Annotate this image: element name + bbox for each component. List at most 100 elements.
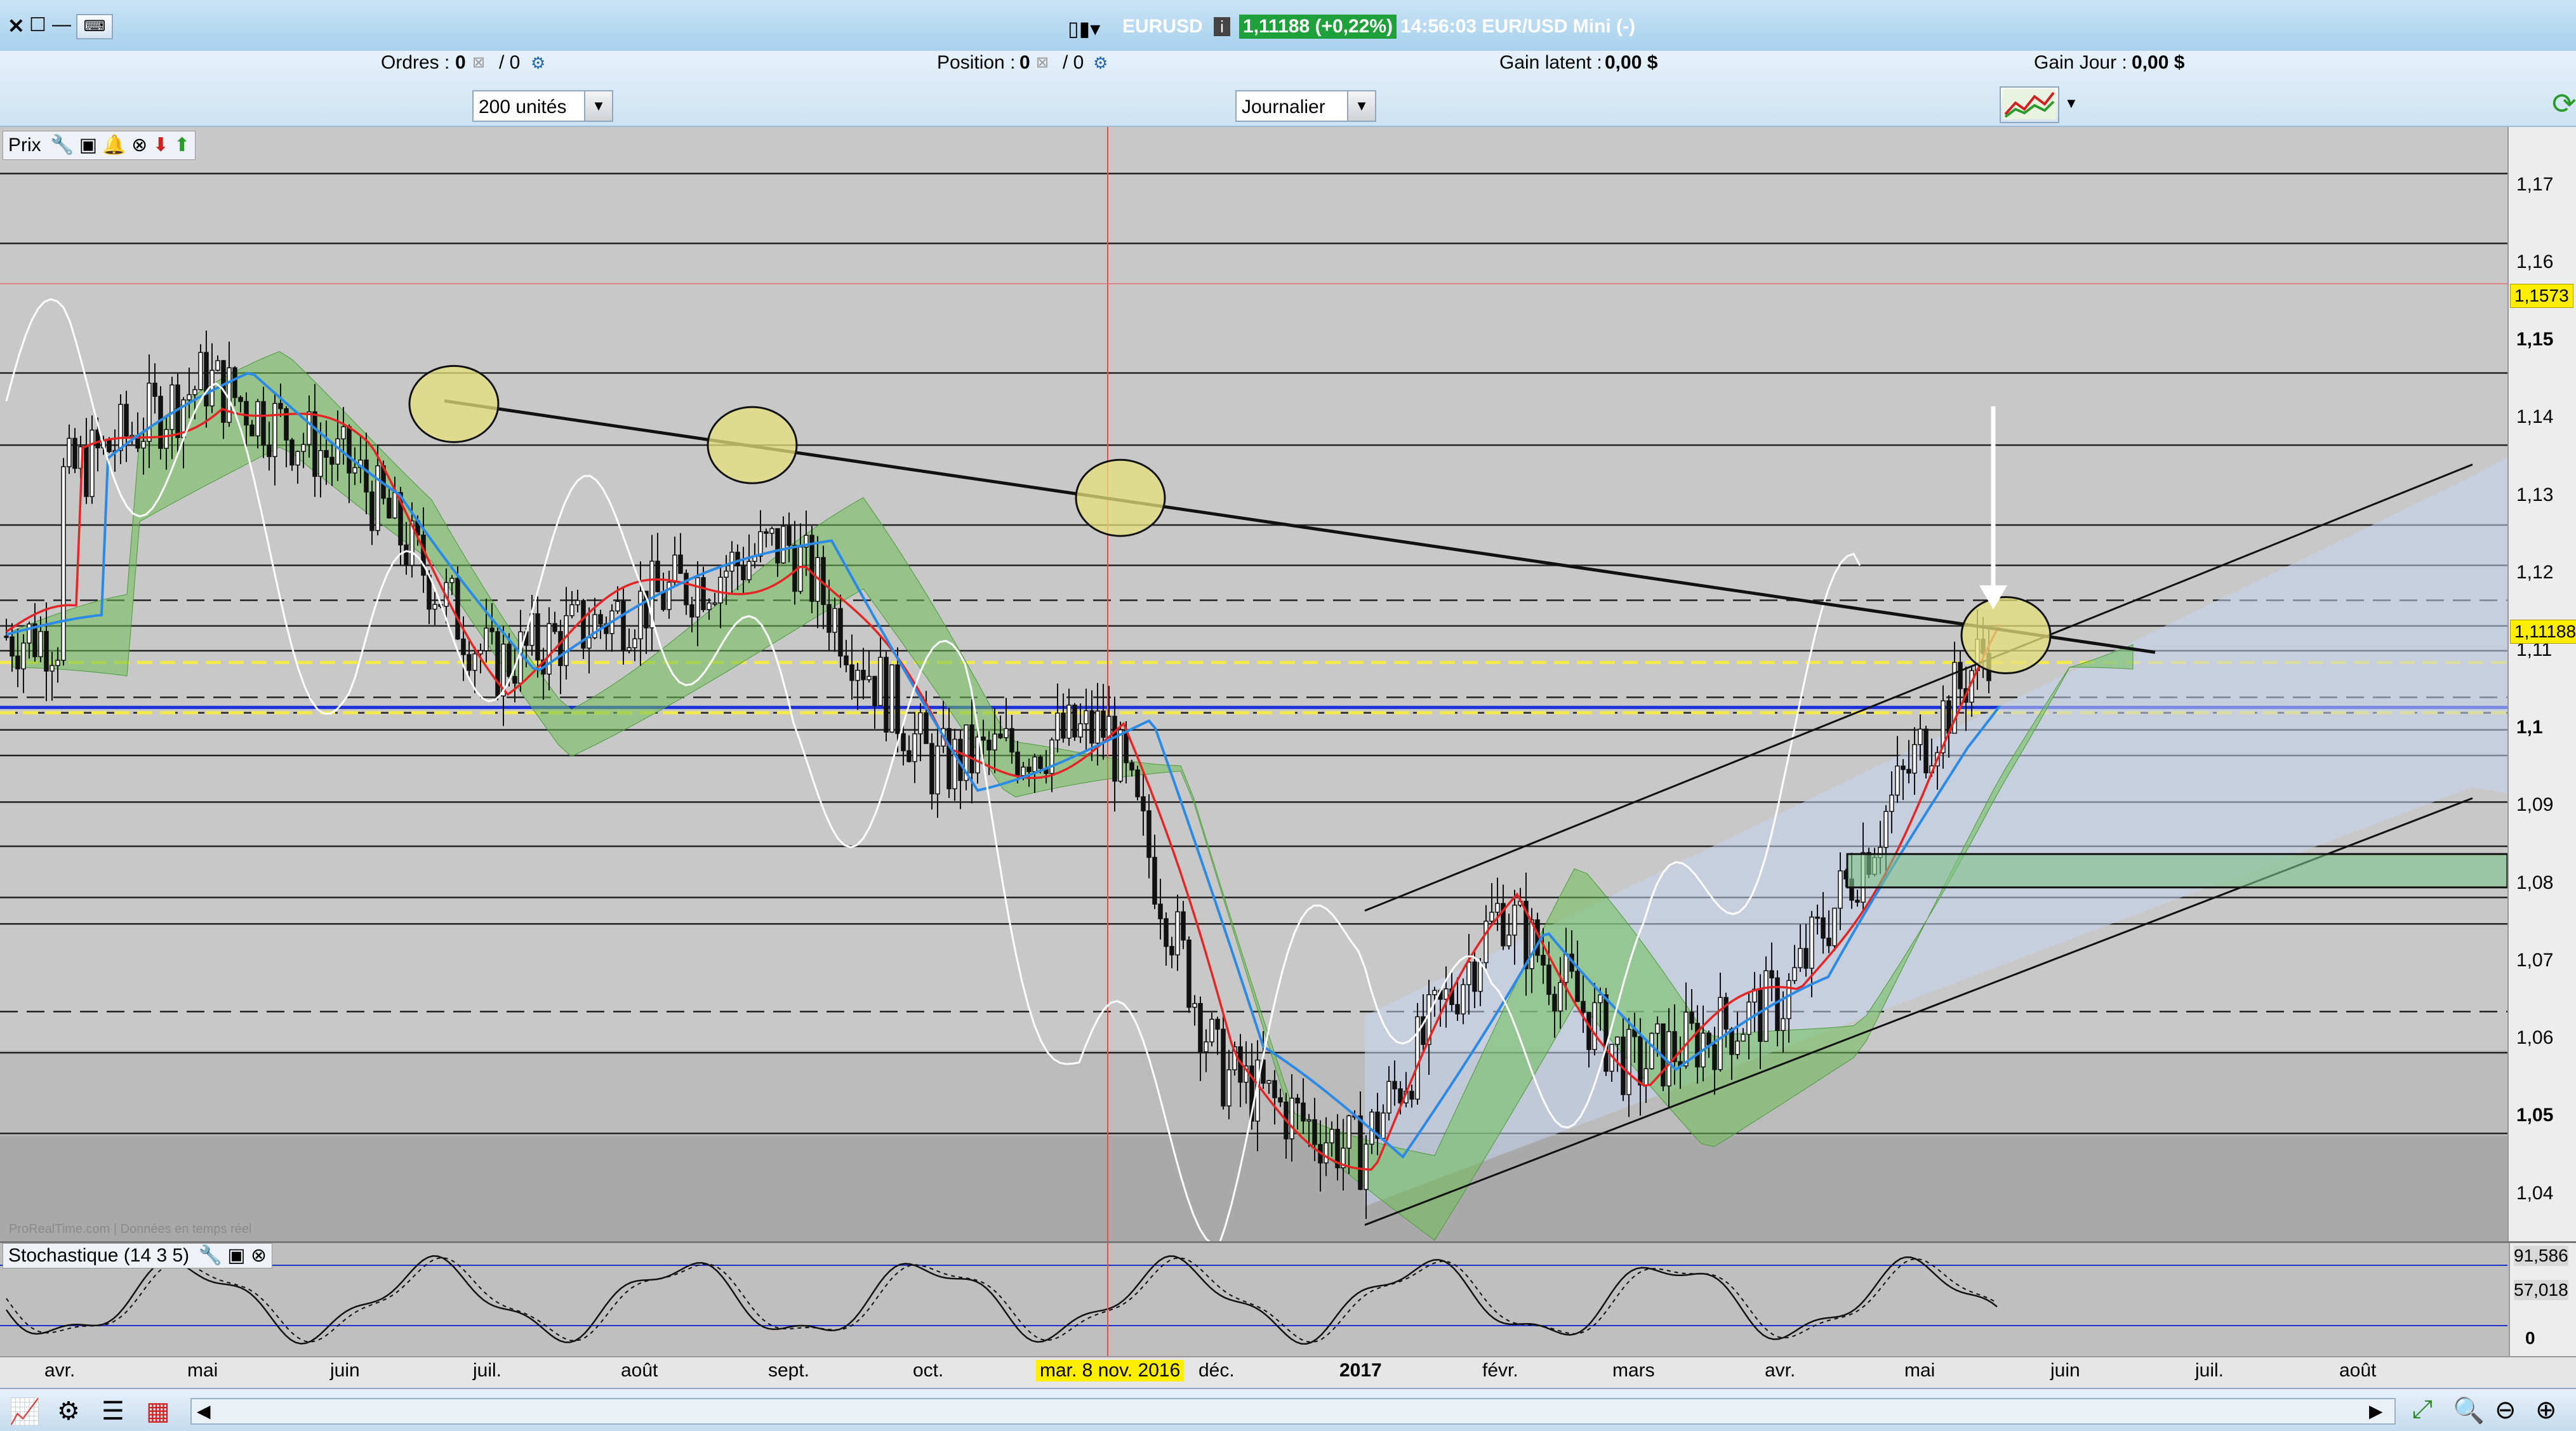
- scroll-left-icon[interactable]: ◀: [197, 1401, 211, 1421]
- candle-body: [1723, 997, 1729, 1030]
- wrench-icon[interactable]: 🔧: [50, 135, 74, 156]
- close-icon[interactable]: ⊗: [251, 1245, 267, 1266]
- candle-body: [1346, 1115, 1351, 1149]
- stochastic-value-3: 0: [2525, 1328, 2535, 1348]
- candle-body: [1392, 1081, 1397, 1089]
- time-tick-label: juin: [330, 1360, 360, 1381]
- candle-body: [27, 623, 32, 644]
- scroll-right-icon[interactable]: ▶: [2369, 1401, 2383, 1421]
- gain-jour-value: 0,00 $: [2132, 52, 2185, 73]
- lower-zone-shade: [0, 1135, 2507, 1244]
- candle-body: [929, 743, 934, 795]
- candle-body: [895, 664, 900, 735]
- stochastic-panel[interactable]: Stochastique (14 3 5) 🔧 ▣ ⊗ 91,586 57,01…: [0, 1241, 2576, 1361]
- candle-body: [1729, 1028, 1734, 1055]
- candle-body: [552, 623, 557, 632]
- candle-body: [152, 382, 157, 397]
- candle-body: [844, 655, 849, 666]
- chart-type-icon[interactable]: ▯▮▾: [1068, 17, 1100, 41]
- candle-body: [347, 426, 352, 474]
- candle-body: [587, 637, 592, 649]
- keyboard-icon[interactable]: ⌨: [76, 14, 113, 39]
- candle-body: [1809, 916, 1814, 969]
- close-icon[interactable]: ✕: [8, 14, 25, 38]
- candle-body: [1455, 1004, 1460, 1015]
- candle-body: [1821, 917, 1826, 939]
- list-icon[interactable]: ☰: [102, 1397, 124, 1426]
- price-axis[interactable]: 1,04 1,05 1,06 1,07 1,08 1,09 1,1 1,11 1,12 1,13 1…: [2507, 127, 2576, 1244]
- indicator-icon[interactable]: ⚙: [57, 1397, 80, 1426]
- candle-body: [267, 444, 272, 457]
- chevron-down-icon[interactable]: ▼: [2064, 95, 2078, 112]
- candle-body: [55, 660, 60, 667]
- auto-scale-icon[interactable]: ⤢: [2412, 1395, 2433, 1424]
- horizontal-scrollbar[interactable]: ◀ ▶: [190, 1398, 2396, 1425]
- wrench-icon[interactable]: 🔧: [199, 1245, 222, 1266]
- gear-icon[interactable]: ⚙: [531, 53, 545, 73]
- window-icon[interactable]: ▣: [227, 1245, 245, 1266]
- candle-body: [1386, 1081, 1391, 1114]
- time-axis[interactable]: avr. mai juin juil. août sept. oct. déc. 2017 fév…: [0, 1356, 2576, 1389]
- price-badge: 1,11188 (+0,22%): [1239, 15, 1397, 39]
- candle-body: [1089, 710, 1094, 744]
- candle-body: [141, 441, 146, 449]
- stochastic-canvas[interactable]: [0, 1243, 2507, 1357]
- candle-body: [90, 429, 95, 497]
- candle-body: [1552, 994, 1557, 1012]
- candle-body: [1472, 961, 1477, 992]
- move-down-icon[interactable]: ⬇: [153, 135, 169, 156]
- candle-body: [1181, 911, 1186, 941]
- candle-body: [1741, 1034, 1746, 1042]
- candle-body: [1432, 990, 1437, 995]
- time-tick-label: mai: [1904, 1360, 1935, 1381]
- maximize-icon[interactable]: ☐: [29, 14, 46, 36]
- candle-body: [449, 578, 455, 583]
- gear-icon[interactable]: ⚙: [1093, 53, 1108, 73]
- units-select[interactable]: 200 unités ▼: [472, 90, 613, 122]
- candle-body: [4, 636, 9, 638]
- info-icon[interactable]: i: [1214, 17, 1230, 36]
- support-zone-rectangle: [1846, 853, 2509, 889]
- candle-body: [684, 573, 689, 606]
- candle-body: [1615, 1036, 1620, 1045]
- candle-body: [1066, 704, 1072, 739]
- symbol-label[interactable]: EURUSD: [1122, 16, 1203, 37]
- candle-body: [1683, 1011, 1689, 1067]
- zoom-in-icon[interactable]: ⊕: [2535, 1395, 2557, 1425]
- candle-body: [1478, 962, 1483, 992]
- candle-body: [147, 382, 152, 442]
- window-icon[interactable]: ▣: [79, 135, 97, 156]
- candle-body: [1272, 1080, 1277, 1098]
- candle-body: [792, 545, 797, 592]
- refresh-icon[interactable]: ⟳: [2552, 86, 2576, 121]
- candle-body: [38, 630, 43, 658]
- gain-jour-label: Gain Jour :: [2034, 52, 2127, 73]
- candle-body: [1598, 994, 1603, 1004]
- candle-body: [1558, 982, 1563, 1012]
- candle-body: [1923, 728, 1929, 774]
- candle-body: [1901, 765, 1906, 770]
- price-tick-label: 1,12: [2516, 561, 2554, 583]
- minimize-icon[interactable]: —: [52, 14, 71, 36]
- position-value-2: / 0: [1063, 52, 1084, 73]
- gain-latent-value: 0,00 $: [1605, 52, 1658, 73]
- close-position-icon[interactable]: ⊠: [1036, 53, 1049, 72]
- candle-body: [1461, 984, 1466, 1015]
- bell-icon[interactable]: 🔔: [102, 135, 126, 156]
- chart-style-icon[interactable]: [2000, 86, 2059, 123]
- candle-body: [1484, 921, 1489, 964]
- price-chart-canvas[interactable]: [0, 127, 2509, 1247]
- close-icon[interactable]: ⊗: [131, 135, 147, 156]
- price-chart[interactable]: Prix 🔧 ▣ 🔔 ⊗ ⬇ ⬆ ProRealTime.com | Donné…: [0, 127, 2509, 1247]
- grid-icon[interactable]: ▦: [146, 1397, 170, 1426]
- period-select[interactable]: Journalier ▼: [1235, 90, 1376, 122]
- candle-body: [329, 456, 335, 465]
- zoom-fit-icon[interactable]: 🔍: [2453, 1395, 2485, 1425]
- new-chart-icon[interactable]: 📈: [9, 1397, 41, 1427]
- price-tick-label: 1,04: [2516, 1182, 2554, 1204]
- zoom-out-icon[interactable]: ⊖: [2495, 1395, 2516, 1425]
- candle-body: [118, 404, 123, 451]
- bottom-toolbar: 📈 ⚙ ☰ ▦ ◀ ▶ ⤢ 🔍 ⊖ ⊕: [0, 1388, 2576, 1431]
- move-up-icon[interactable]: ⬆: [174, 135, 190, 156]
- cancel-orders-icon[interactable]: ⊠: [472, 53, 485, 72]
